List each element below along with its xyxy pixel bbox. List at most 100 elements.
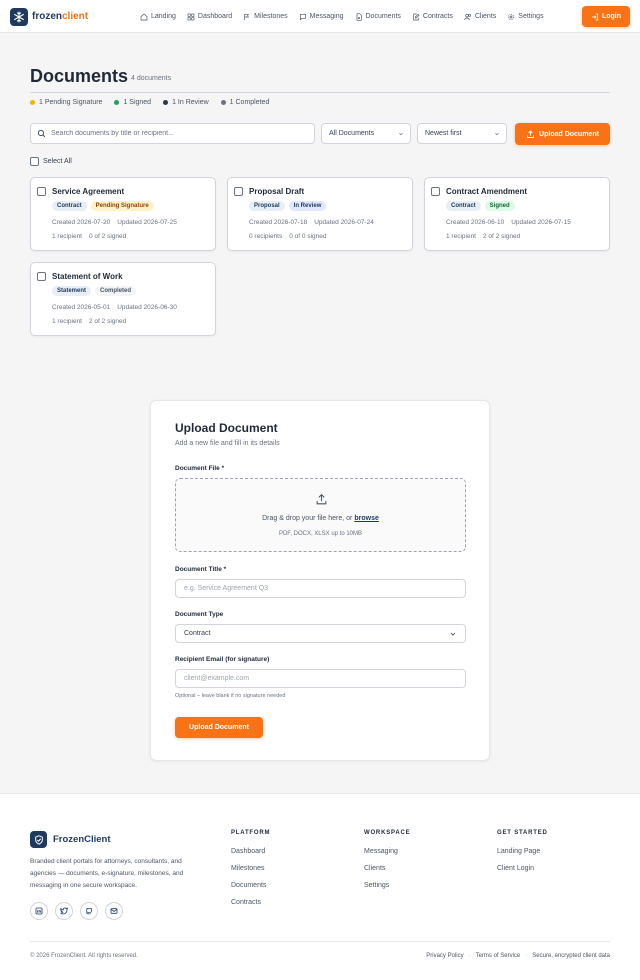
login-icon <box>591 13 599 20</box>
login-button[interactable]: Login <box>582 6 630 27</box>
nav-link-messaging[interactable]: Messaging <box>299 13 344 21</box>
snowflake-icon <box>10 7 28 26</box>
search-box <box>30 123 315 144</box>
document-card[interactable]: Contract Amendment Contract Signed Creat… <box>424 177 610 251</box>
signed-count: 0 of 0 signed <box>289 233 327 240</box>
nav-link-documents[interactable]: Documents <box>355 12 401 21</box>
created-date: Created 2026-07-18 <box>249 219 308 226</box>
card-title: Contract Amendment <box>446 187 528 196</box>
footer-link-messaging[interactable]: Messaging <box>364 848 410 855</box>
status-badge: Pending Signature <box>90 201 154 211</box>
card-checkbox[interactable] <box>37 272 46 281</box>
copyright: © 2026 FrozenClient. All rights reserved… <box>30 953 138 959</box>
footer-link-dashboard[interactable]: Dashboard <box>231 848 270 855</box>
stat-pending: 1 Pending Signature <box>30 99 102 106</box>
footer-link-clients[interactable]: Clients <box>364 865 410 872</box>
status-dot <box>114 100 120 105</box>
footer-logo[interactable]: FrozenClient <box>30 831 111 848</box>
nav-link-milestones[interactable]: Milestones <box>243 13 288 21</box>
browse-link[interactable]: browse <box>354 515 379 522</box>
chevron-down-icon <box>495 132 499 135</box>
footer-link-landing-page[interactable]: Landing Page <box>497 848 548 855</box>
title-divider <box>30 92 610 93</box>
card-checkbox[interactable] <box>234 187 243 196</box>
upload-icon <box>527 129 534 138</box>
status-badge: In Review <box>288 201 327 211</box>
status-badge: Signed <box>484 201 515 211</box>
card-checkbox[interactable] <box>37 187 46 196</box>
nav-link-clients[interactable]: Clients <box>464 13 496 21</box>
file-dropzone[interactable]: Drag & drop your file here, or browse PD… <box>175 478 466 552</box>
filter-select[interactable]: All Documents <box>321 123 411 144</box>
status-badge: Completed <box>95 286 137 296</box>
card-checkbox[interactable] <box>431 187 440 196</box>
footer-link-milestones[interactable]: Milestones <box>231 865 270 872</box>
stat-completed: 1 Completed <box>220 99 269 106</box>
title-label: Document Title * <box>175 566 227 573</box>
email-label: Recipient Email (for signature) <box>175 656 270 663</box>
footer-link-client-login[interactable]: Client Login <box>497 865 548 872</box>
gear-icon <box>508 13 515 20</box>
type-badge: Contract <box>52 201 87 211</box>
recipient-count: 1 recipient <box>52 318 82 325</box>
recipient-count: 0 recipients <box>249 233 283 240</box>
logo[interactable]: frozenclient <box>10 7 88 26</box>
terms-of-service-link[interactable]: Terms of Service <box>476 953 521 959</box>
document-title-input[interactable]: e.g. Service Agreement Q3 <box>175 579 466 598</box>
footer-link-documents[interactable]: Documents <box>231 882 270 889</box>
secure-data-note: Secure, encrypted client data <box>532 953 610 959</box>
document-type-select[interactable]: Contract <box>175 624 466 643</box>
twitter-icon[interactable] <box>55 902 73 920</box>
signed-count: 2 of 2 signed <box>483 233 521 240</box>
document-card[interactable]: Proposal Draft Proposal In Review Create… <box>227 177 413 251</box>
logo-text-main: frozen <box>32 11 62 22</box>
grid-icon <box>187 13 195 20</box>
privacy-policy-link[interactable]: Privacy Policy <box>426 953 463 959</box>
document-card[interactable]: Service Agreement Contract Pending Signa… <box>30 177 216 251</box>
nav-link-dashboard[interactable]: Dashboard <box>187 13 232 21</box>
footer-link-contracts[interactable]: Contracts <box>231 899 270 906</box>
upload-submit-button[interactable]: Upload Document <box>175 717 263 738</box>
linkedin-icon[interactable] <box>30 902 48 920</box>
created-date: Created 2026-07-20 <box>52 219 111 226</box>
status-summary: 1 Pending Signature 1 Signed 1 In Review… <box>30 99 269 106</box>
select-all[interactable]: Select All <box>30 157 72 166</box>
footer-link-settings[interactable]: Settings <box>364 882 410 889</box>
github-icon[interactable] <box>80 902 98 920</box>
updated-date: Updated 2026-07-25 <box>117 219 177 226</box>
chevron-down-icon <box>450 632 456 636</box>
select-all-checkbox[interactable] <box>30 157 39 166</box>
form-subtitle: Add a new file and fill in its details <box>175 440 280 447</box>
type-badge: Contract <box>446 201 481 211</box>
card-title: Statement of Work <box>52 272 123 281</box>
email-help-text: Optional – leave blank if no signature n… <box>175 693 286 699</box>
nav-link-landing[interactable]: Landing <box>140 13 176 21</box>
updated-date: Updated 2026-07-24 <box>314 219 374 226</box>
page-title: Documents <box>30 66 129 86</box>
search-input[interactable] <box>51 130 291 137</box>
footer: FrozenClient Branded client portals for … <box>0 793 640 980</box>
recipient-email-input[interactable]: client@example.com <box>175 669 466 688</box>
footer-legal-links: Privacy Policy · Terms of Service · Secu… <box>426 953 610 959</box>
top-nav: frozenclient Landing Dashboard Milestone… <box>0 0 640 33</box>
footer-brand: FrozenClient <box>53 834 111 845</box>
mail-icon[interactable] <box>105 902 123 920</box>
status-dot <box>30 100 35 105</box>
footer-column-platform: PLATFORM Dashboard Milestones Documents … <box>231 830 271 906</box>
users-icon <box>464 13 471 20</box>
type-badge: Proposal <box>249 201 285 211</box>
document-card[interactable]: Statement of Work Statement Completed Cr… <box>30 262 216 336</box>
home-icon <box>140 13 148 20</box>
upload-document-button[interactable]: Upload Document <box>515 123 610 145</box>
document-icon <box>356 12 362 21</box>
nav-link-contracts[interactable]: Contracts <box>412 13 453 21</box>
search-icon <box>37 129 46 138</box>
created-date: Created 2026-05-01 <box>52 304 111 311</box>
signed-count: 0 of 2 signed <box>89 233 127 240</box>
sort-select[interactable]: Newest first <box>417 123 507 144</box>
recipient-count: 1 recipient <box>446 233 476 240</box>
stat-signed: 1 Signed <box>114 99 151 106</box>
updated-date: Updated 2026-07-15 <box>511 219 571 226</box>
nav-link-settings[interactable]: Settings <box>507 13 544 21</box>
logo-text-accent: client <box>62 11 89 22</box>
